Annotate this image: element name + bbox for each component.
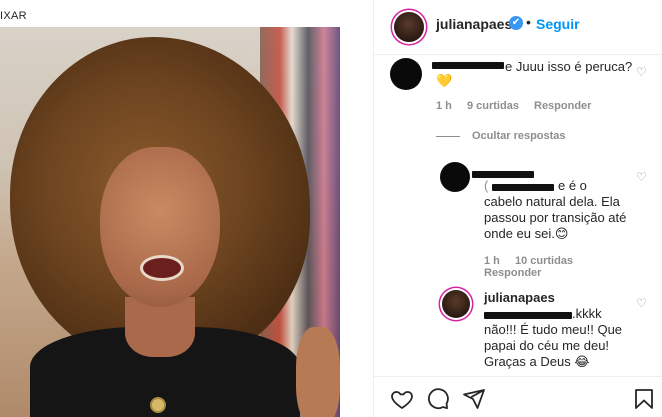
author-reply-like-icon[interactable]: ♡ xyxy=(636,296,647,310)
reply-mention-start: ( xyxy=(484,178,489,193)
author-reply-avatar[interactable] xyxy=(442,290,470,318)
follow-button[interactable]: Seguir xyxy=(536,16,580,32)
post-action-bar xyxy=(374,376,662,417)
yellow-heart-emoji: 💛 xyxy=(436,73,453,88)
header-separator: • xyxy=(526,14,531,30)
comment-meta: 1 h 9 curtidas Responder xyxy=(436,100,603,112)
redacted-username xyxy=(432,62,504,69)
comment-text: e Juuu isso é peruca? xyxy=(505,59,633,74)
author-reply-line3: papai do céu me deu! xyxy=(484,338,610,353)
reply-likes[interactable]: 10 curtidas xyxy=(515,255,573,267)
heart-icon[interactable] xyxy=(390,387,414,411)
necklace-pendant xyxy=(150,397,166,413)
comments-list: e Juuu isso é peruca? 💛 ♡ 1 h 9 curtidas… xyxy=(374,56,662,376)
hand xyxy=(296,327,340,417)
reply-text-line4: onde eu sei.😊 xyxy=(484,226,569,241)
author-avatar[interactable] xyxy=(394,12,424,42)
face xyxy=(100,147,220,307)
post-media-column: IXAR xyxy=(0,0,373,417)
verified-badge-icon: ✔ xyxy=(509,16,523,30)
hide-replies-line xyxy=(436,136,460,137)
open-mouth xyxy=(140,255,184,281)
post-photo[interactable] xyxy=(0,27,340,417)
comment-icon[interactable] xyxy=(426,387,450,411)
redacted-username xyxy=(472,171,534,178)
share-icon[interactable] xyxy=(462,387,486,411)
redacted-mention xyxy=(492,184,554,191)
reply-meta: 1 h 10 curtidas xyxy=(484,255,585,267)
reply-time: 1 h xyxy=(484,255,500,267)
author-username[interactable]: julianapaes xyxy=(436,16,512,32)
bookmark-icon[interactable] xyxy=(632,387,656,411)
author-reply-line2: não!!! É tudo meu!! Que xyxy=(484,322,623,337)
comment-like-icon[interactable]: ♡ xyxy=(636,65,647,79)
redacted-mention xyxy=(484,312,572,319)
hide-replies-button[interactable]: Ocultar respostas xyxy=(472,130,566,142)
reply-like-icon[interactable]: ♡ xyxy=(636,170,647,184)
reply-text-line3: passou por transição até xyxy=(484,210,627,225)
commenter-avatar-redacted xyxy=(390,58,422,90)
post-header: julianapaes ✔ • Seguir xyxy=(374,0,662,55)
comment-likes[interactable]: 9 curtidas xyxy=(467,100,519,112)
author-reply-line4: Graças a Deus 😂 xyxy=(484,354,590,369)
author-reply-line1: .kkkk xyxy=(572,306,602,321)
reply-avatar-redacted xyxy=(440,162,470,192)
author-reply-username[interactable]: julianapaes xyxy=(484,290,555,305)
comment-time: 1 h xyxy=(436,100,452,112)
reply-text-line2: cabelo natural dela. Ela xyxy=(484,194,620,209)
reply-reply-button[interactable]: Responder xyxy=(484,267,541,279)
cropped-label: IXAR xyxy=(0,10,27,22)
post-side-panel: julianapaes ✔ • Seguir e Juuu isso é per… xyxy=(373,0,662,417)
comment-reply-button[interactable]: Responder xyxy=(534,100,591,112)
reply-text-line1: e é o xyxy=(558,178,587,193)
